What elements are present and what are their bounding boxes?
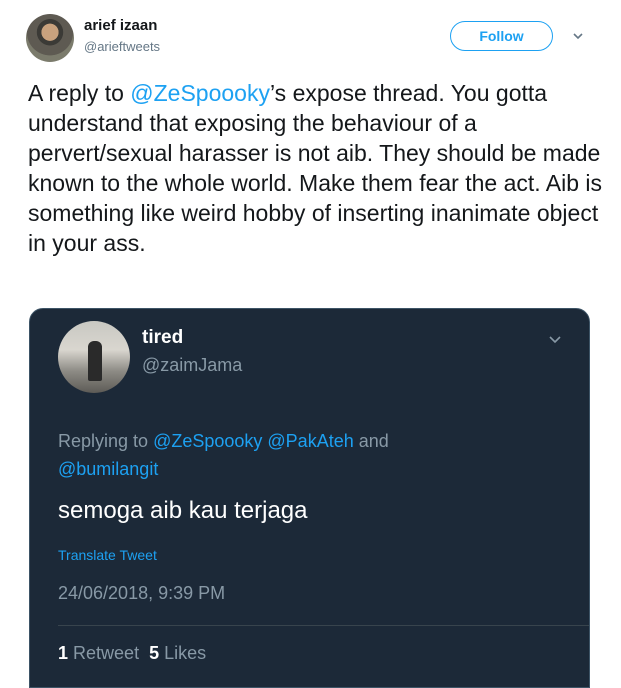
tweet-stats: 1 Retweet 5 Likes — [58, 643, 206, 664]
retweet-label: Retweet — [73, 643, 140, 663]
replying-and: and — [353, 431, 389, 451]
quoted-tweet-card[interactable]: tired @zaimJama Replying to @ZeSpoooky @… — [29, 308, 590, 688]
replying-mention-1[interactable]: @ZeSpoooky — [153, 431, 262, 451]
translate-tweet-link[interactable]: Translate Tweet — [58, 547, 157, 563]
replying-mention-2[interactable]: @PakAteh — [267, 431, 353, 451]
author-avatar[interactable] — [26, 14, 74, 62]
tweet-timestamp[interactable]: 24/06/2018, 9:39 PM — [58, 583, 225, 604]
quoted-author-handle[interactable]: @zaimJama — [142, 355, 242, 376]
likes-stat[interactable]: 5 Likes — [149, 643, 206, 663]
likes-label: Likes — [164, 643, 207, 663]
tweet-text-body: ’s expose thread. You gotta understand t… — [28, 80, 603, 256]
tweet-text-prefix: A reply to — [28, 80, 131, 106]
tweet-text: A reply to @ZeSpoooky’s expose thread. Y… — [28, 78, 608, 258]
retweet-stat[interactable]: 1 Retweet — [58, 643, 139, 663]
replying-mention-3[interactable]: @bumilangit — [58, 459, 158, 479]
chevron-down-icon[interactable] — [571, 29, 585, 43]
chevron-down-icon[interactable] — [548, 333, 562, 347]
author-name[interactable]: arief izaan — [84, 17, 157, 34]
author-handle[interactable]: @arieftweets — [84, 39, 160, 54]
quoted-tweet-text: semoga aib kau terjaga — [58, 497, 308, 524]
mention-link[interactable]: @ZeSpoooky — [130, 80, 270, 106]
divider — [58, 625, 589, 626]
follow-button[interactable]: Follow — [450, 21, 553, 51]
retweet-count: 1 — [58, 643, 69, 663]
replying-prefix: Replying to — [58, 431, 154, 451]
quoted-author-name[interactable]: tired — [142, 327, 183, 349]
replying-to: Replying to @ZeSpoooky @PakAteh and @bum… — [58, 427, 558, 483]
quoted-avatar[interactable] — [58, 321, 130, 393]
likes-count: 5 — [149, 643, 160, 663]
